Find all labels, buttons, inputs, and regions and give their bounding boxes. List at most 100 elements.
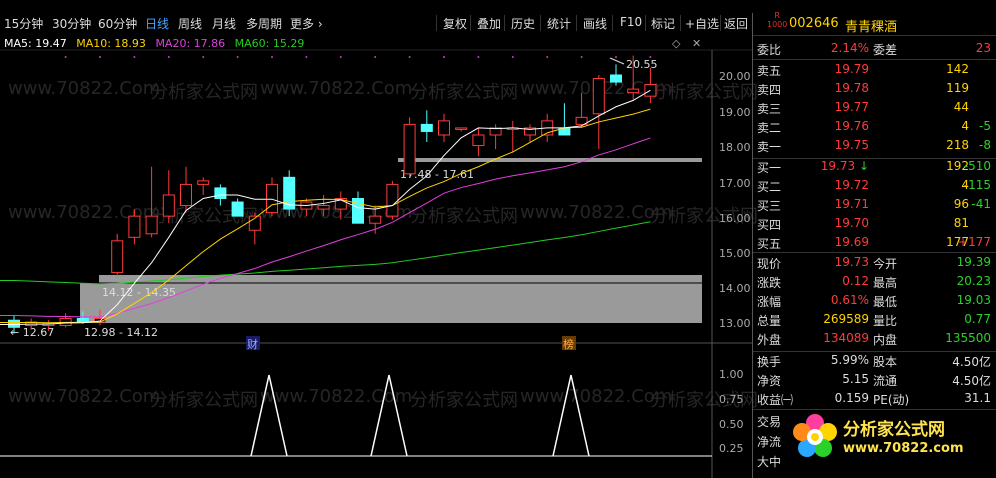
candle-body[interactable] (231, 201, 244, 217)
stock-code[interactable]: 002646 (789, 16, 839, 31)
bid-level-row[interactable]: 买五 19.69 177 +177 (753, 235, 996, 253)
quote-stat-row[interactable]: 涨幅 0.61% 最低 19.03 (753, 293, 996, 311)
ask-volume: 119 (946, 81, 969, 95)
quote-stat-row[interactable]: 外盘 134089 内盘 135500 (753, 331, 996, 349)
bid-change: -41 (971, 197, 991, 211)
stat-label: 净资 (757, 374, 782, 388)
stat-value: 135500 (945, 331, 991, 345)
candle-body[interactable] (472, 134, 485, 147)
logo-url: www.70822.com (843, 441, 964, 456)
bid-volume: 81 (953, 216, 969, 230)
signal-dot (408, 56, 411, 58)
indicator-pane (0, 56, 712, 457)
candle-body[interactable] (403, 123, 416, 175)
stat-value: 0.159 (834, 391, 869, 405)
candle-body[interactable] (386, 183, 399, 217)
ask-level-row[interactable]: 卖三 19.77 44 (753, 100, 996, 118)
flower-logo-icon (793, 414, 837, 457)
candle-body[interactable] (592, 78, 605, 115)
candle-body[interactable] (610, 74, 622, 83)
quote-stat-row[interactable]: 换手 5.99% 股本 4.50亿 (753, 353, 996, 371)
rank-badge-top: R (774, 11, 780, 20)
signal-dot (649, 56, 652, 58)
signal-dot (546, 56, 549, 58)
candle-body[interactable] (180, 183, 192, 207)
ask-price: 19.77 (834, 100, 869, 114)
stat-label: 总量 (757, 314, 782, 328)
stock-name[interactable]: 青青稞酒 (845, 16, 897, 35)
signal-dot (64, 56, 67, 58)
low-price-label: ← 12.67 (10, 326, 54, 339)
ma60-line (0, 221, 651, 285)
indicator-peak (250, 374, 288, 457)
price-tick: 17.00 (719, 177, 751, 190)
stat-value: 134089 (823, 331, 869, 345)
trade-label[interactable]: 交易 (757, 413, 781, 430)
candle-body[interactable] (197, 180, 210, 185)
bid-level-row[interactable]: 买一 19.73 ↓ 192 -510 (753, 159, 996, 177)
ask-level-label: 卖五 (757, 64, 782, 78)
quote-stat-row[interactable]: 涨跌 0.12 最高 20.23 (753, 274, 996, 292)
candle-body[interactable] (283, 176, 296, 210)
candle-body[interactable] (438, 120, 450, 136)
ask-level-label: 卖四 (757, 83, 782, 97)
candle-body[interactable] (214, 187, 227, 200)
signal-dot (443, 56, 445, 58)
candle-body[interactable] (317, 205, 330, 210)
price-chart[interactable]: 17.48 - 17.61 14.12 - 14.35 12.98 - 14.1… (0, 0, 752, 478)
bid-level-label: 买二 (757, 180, 782, 194)
ask-level-row[interactable]: 卖五 19.79 142 (753, 62, 996, 80)
candle-body[interactable] (76, 317, 89, 323)
bid-level-row[interactable]: 买四 19.70 81 (753, 216, 996, 234)
quote-stat-row[interactable]: 净资 5.15 流通 4.50亿 (753, 372, 996, 390)
stat-label: 今开 (873, 257, 898, 271)
signal-dot (305, 56, 308, 58)
candle-body[interactable] (8, 319, 20, 328)
candle-body[interactable] (162, 194, 175, 217)
indicator-peak (552, 374, 590, 457)
ask-price: 19.79 (834, 62, 869, 76)
stat-value: 31.1 (964, 391, 991, 405)
candle-body[interactable] (145, 215, 158, 235)
candle-body[interactable] (627, 88, 640, 94)
stat-label: 现价 (757, 257, 782, 271)
indicator-peak (370, 374, 408, 457)
ask-level-row[interactable]: 卖二 19.76 4 -5 (753, 119, 996, 137)
order-ratio-value: 2.14% (830, 41, 869, 55)
bid-level-row[interactable]: 买三 19.71 96 -41 (753, 197, 996, 215)
candle-body[interactable] (128, 215, 141, 238)
candle-body[interactable] (111, 240, 124, 274)
bid-price: 19.72 (834, 178, 869, 192)
indicator-tick: 1.00 (719, 368, 744, 381)
bid-level-row[interactable]: 买二 19.72 4 -115 (753, 178, 996, 196)
signal-dot (580, 56, 583, 58)
ask-price: 19.78 (834, 81, 869, 95)
ask-level-row[interactable]: 卖一 19.75 218 -8 (753, 138, 996, 156)
stat-value: 0.12 (842, 274, 869, 288)
candle-body[interactable] (369, 215, 382, 224)
candle-body[interactable] (455, 127, 468, 130)
ask-level-label: 卖三 (757, 102, 782, 116)
signal-dot (99, 56, 101, 58)
stat-label: 涨幅 (757, 295, 782, 309)
divider (753, 252, 996, 253)
stat-value: 20.23 (956, 274, 991, 288)
candle-body[interactable] (420, 123, 433, 132)
stat-label: 涨跌 (757, 276, 782, 290)
range-band-top (398, 158, 702, 162)
signal-dot (477, 56, 480, 58)
quote-stat-row[interactable]: 现价 19.73 今开 19.39 (753, 255, 996, 273)
large-mid-label[interactable]: 大中 (757, 453, 781, 470)
stat-value: 5.99% (830, 353, 869, 367)
price-tick: 19.00 (719, 106, 751, 119)
signal-dot (133, 56, 136, 58)
ask-level-row[interactable]: 卖四 19.78 119 (753, 81, 996, 99)
stat-value: 4.50亿 (952, 374, 991, 388)
netflow-label[interactable]: 净流 (757, 433, 781, 450)
stat-value: 0.77 (964, 312, 991, 326)
indicator-axis: 1.00 0.75 0.50 0.25 (719, 368, 744, 455)
quote-stat-row[interactable]: 总量 269589 量比 0.77 (753, 312, 996, 330)
stat-label: 外盘 (757, 333, 782, 347)
price-tick: 18.00 (719, 141, 751, 154)
range-label-low: 12.98 - 14.12 (84, 326, 158, 339)
